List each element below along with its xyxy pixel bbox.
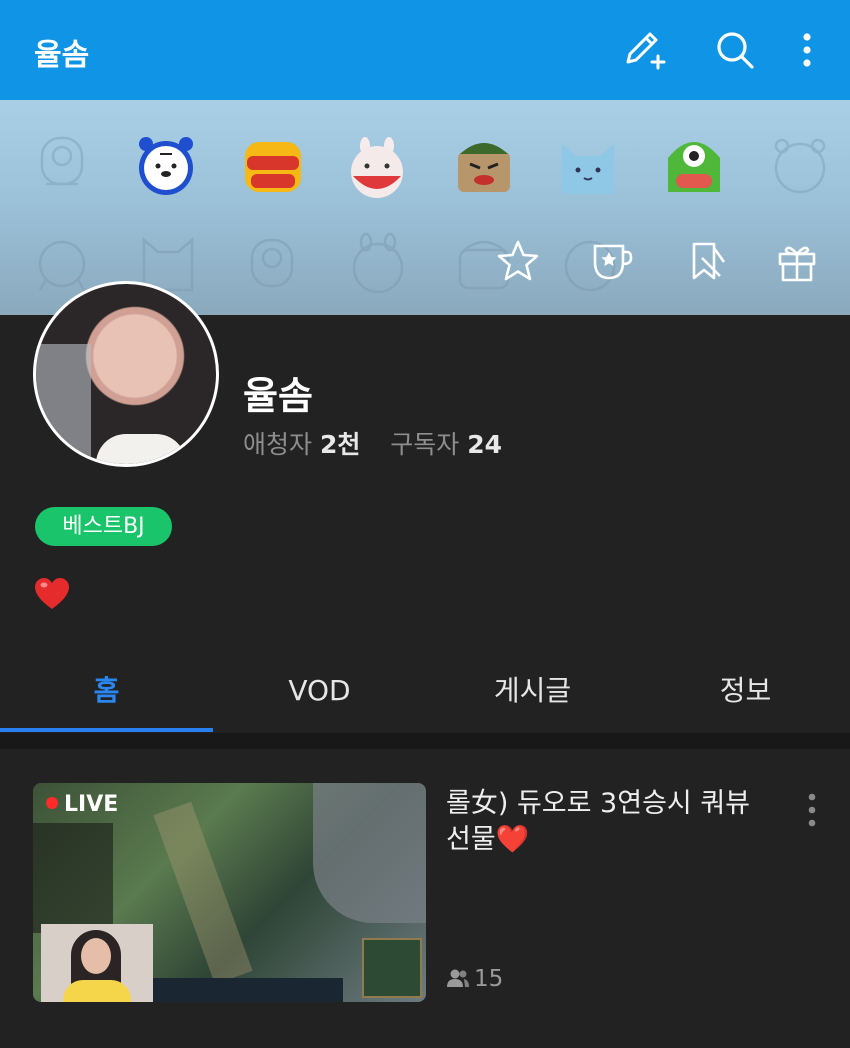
broadcast-title[interactable]: 롤女) 듀오로 3연승시 쿼뷰 선물❤️ (446, 786, 776, 858)
more-vertical-icon[interactable] (785, 28, 829, 72)
section-divider (0, 733, 850, 749)
profile-name: 율솜 (243, 374, 313, 418)
app-bar-title: 율솜 (34, 38, 90, 73)
coffee-star-icon[interactable] (589, 238, 635, 284)
green-monster-emoticon (662, 134, 726, 198)
ghost-emoticon (240, 232, 304, 296)
gift-icon[interactable] (774, 238, 820, 284)
subscribers-count: 24 (467, 430, 503, 459)
live-badge-label: LIVE (64, 792, 119, 817)
followers-count: 2천 (319, 430, 361, 459)
tab-info[interactable]: 정보 (639, 655, 850, 733)
robot-ghost-emoticon (30, 130, 94, 194)
tab-active-indicator (0, 728, 213, 732)
green-helmet-emoticon (452, 134, 516, 198)
profile-stats: 애청자 2천 구독자 24 (243, 425, 502, 461)
subscribers-label: 구독자 (390, 430, 460, 459)
yellow-bird-emoticon (241, 134, 305, 198)
ghost-emoticon (346, 232, 410, 296)
app-bar: 율솜 (0, 0, 850, 100)
avatar[interactable] (33, 281, 219, 467)
avatar-image (36, 284, 216, 464)
tiger-ghost-emoticon (768, 134, 832, 198)
star-icon[interactable] (495, 238, 541, 284)
viewer-count: 15 (446, 966, 503, 992)
tab-vod[interactable]: VOD (213, 655, 426, 733)
best-bj-badge: 베스트BJ (35, 507, 172, 546)
tab-posts[interactable]: 게시글 (426, 655, 639, 733)
ghost-emoticon (30, 232, 94, 296)
edit-icon[interactable] (622, 28, 666, 72)
tab-bar: 홈 VOD 게시글 정보 (0, 655, 850, 733)
live-dot-icon (46, 797, 58, 809)
search-icon[interactable] (713, 28, 757, 72)
broadcast-more-icon[interactable] (798, 790, 826, 830)
viewer-count-value: 15 (474, 966, 504, 992)
live-badge: LIVE (46, 792, 118, 817)
tab-home[interactable]: 홈 (0, 655, 213, 733)
tiger-emoticon (134, 134, 198, 198)
white-rabbit-emoticon (345, 136, 409, 200)
followers-label: 애청자 (243, 430, 313, 459)
heart-icon (34, 577, 70, 611)
bookmark-ribbon-icon[interactable] (684, 238, 730, 284)
viewers-icon (447, 969, 469, 987)
blue-cat-emoticon (556, 136, 620, 200)
